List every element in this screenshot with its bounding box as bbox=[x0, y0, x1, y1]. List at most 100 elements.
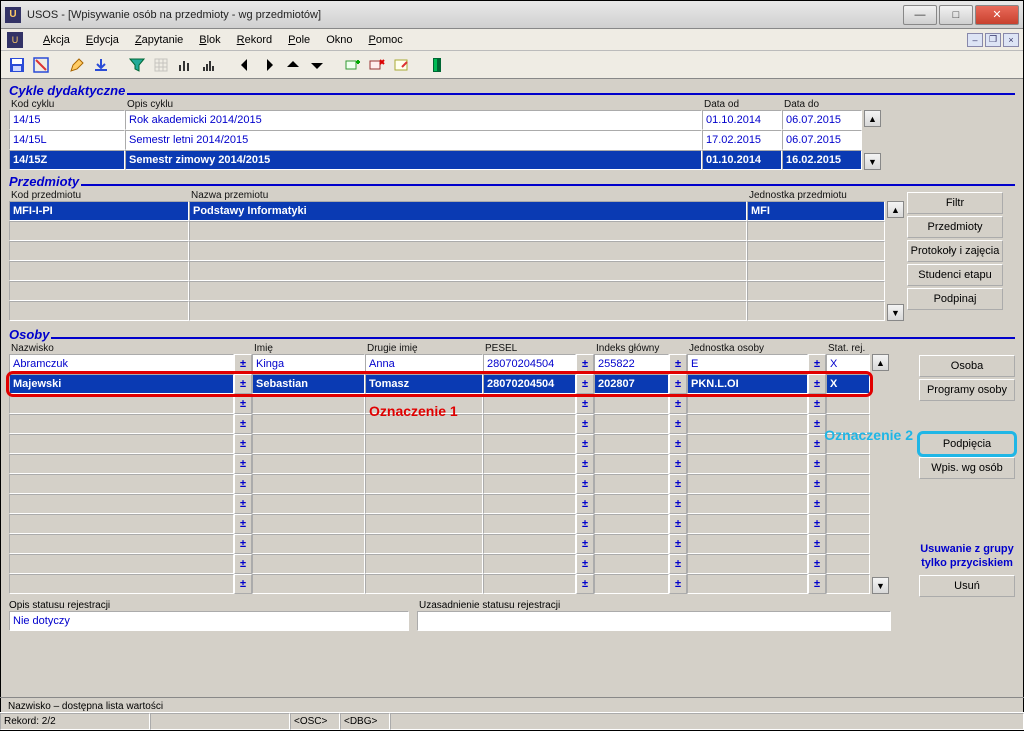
osoba-nazwisko[interactable] bbox=[9, 394, 234, 414]
osoba-stat-rej[interactable] bbox=[826, 414, 870, 434]
exit-icon[interactable] bbox=[427, 55, 447, 75]
dropdown-icon[interactable]: ± bbox=[808, 354, 826, 374]
osoba-indeks[interactable] bbox=[594, 514, 669, 534]
dropdown-icon[interactable]: ± bbox=[234, 574, 252, 594]
osoba-imie[interactable] bbox=[252, 534, 365, 554]
osoba-indeks[interactable] bbox=[594, 574, 669, 594]
dropdown-icon[interactable]: ± bbox=[234, 554, 252, 574]
przedmiot-nazwa[interactable] bbox=[189, 301, 747, 321]
cykle-row[interactable]: 14/15ZSemestr zimowy 2014/201501.10.2014… bbox=[9, 150, 862, 170]
studenci-button[interactable]: Studenci etapu bbox=[907, 264, 1003, 286]
cykl-kod[interactable]: 14/15 bbox=[9, 110, 125, 130]
grid-icon[interactable] bbox=[151, 55, 171, 75]
dropdown-icon[interactable]: ± bbox=[234, 414, 252, 434]
osoba-stat-rej[interactable]: X bbox=[826, 374, 870, 394]
osoba-row[interactable]: ±±±± bbox=[9, 394, 870, 414]
dropdown-icon[interactable]: ± bbox=[234, 494, 252, 514]
dropdown-icon[interactable]: ± bbox=[669, 534, 687, 554]
opis-statusu-value[interactable]: Nie dotyczy bbox=[9, 611, 409, 631]
osoba-imie[interactable]: Kinga bbox=[252, 354, 365, 374]
dropdown-icon[interactable]: ± bbox=[808, 514, 826, 534]
osoba-nazwisko[interactable] bbox=[9, 474, 234, 494]
cykle-scrollbar[interactable]: ▲ ▼ bbox=[864, 110, 882, 170]
dropdown-icon[interactable]: ± bbox=[669, 574, 687, 594]
cykle-row[interactable]: 14/15Rok akademicki 2014/201501.10.20140… bbox=[9, 110, 862, 130]
przedmiot-nazwa[interactable] bbox=[189, 281, 747, 301]
przedmiot-kod[interactable]: MFI-I-PI bbox=[9, 201, 189, 221]
dropdown-icon[interactable]: ± bbox=[576, 554, 594, 574]
osoba-pesel[interactable] bbox=[483, 394, 576, 414]
dropdown-icon[interactable]: ± bbox=[576, 374, 594, 394]
osoba-jednostka[interactable] bbox=[687, 514, 808, 534]
dropdown-icon[interactable]: ± bbox=[576, 514, 594, 534]
przedmiot-nazwa[interactable]: Podstawy Informatyki bbox=[189, 201, 747, 221]
wpis-wg-osob-button[interactable]: Wpis. wg osób bbox=[919, 457, 1015, 479]
osoba-drugie-imie[interactable] bbox=[365, 514, 483, 534]
dropdown-icon[interactable]: ± bbox=[669, 514, 687, 534]
scroll-up-icon[interactable]: ▲ bbox=[887, 201, 904, 218]
przedmiot-kod[interactable] bbox=[9, 301, 189, 321]
bars2-icon[interactable] bbox=[199, 55, 219, 75]
menu-rekord[interactable]: Rekord bbox=[237, 34, 272, 46]
dropdown-icon[interactable]: ± bbox=[576, 574, 594, 594]
refresh-icon[interactable] bbox=[31, 55, 51, 75]
down-icon[interactable] bbox=[307, 55, 327, 75]
mdi-restore[interactable]: ❐ bbox=[985, 33, 1001, 47]
osoba-imie[interactable] bbox=[252, 514, 365, 534]
osoba-indeks[interactable] bbox=[594, 434, 669, 454]
osoba-row[interactable]: ±±±± bbox=[9, 474, 870, 494]
przedmioty-scrollbar[interactable]: ▲ ▼ bbox=[887, 201, 905, 321]
osoba-pesel[interactable] bbox=[483, 474, 576, 494]
osoba-stat-rej[interactable] bbox=[826, 514, 870, 534]
osoba-indeks[interactable]: 255822 bbox=[594, 354, 669, 374]
dropdown-icon[interactable]: ± bbox=[234, 374, 252, 394]
dropdown-icon[interactable]: ± bbox=[808, 534, 826, 554]
osoba-jednostka[interactable] bbox=[687, 414, 808, 434]
podpiecia-button[interactable]: Podpięcia bbox=[919, 433, 1015, 455]
edit-icon[interactable] bbox=[67, 55, 87, 75]
osoba-row[interactable]: ±±±± bbox=[9, 494, 870, 514]
cykl-data-od[interactable]: 01.10.2014 bbox=[702, 110, 782, 130]
mdi-close[interactable]: × bbox=[1003, 33, 1019, 47]
dropdown-icon[interactable]: ± bbox=[808, 374, 826, 394]
przedmioty-button[interactable]: Przedmioty bbox=[907, 216, 1003, 238]
minimize-button[interactable]: — bbox=[903, 5, 937, 25]
dropdown-icon[interactable]: ± bbox=[576, 534, 594, 554]
dropdown-icon[interactable]: ± bbox=[234, 474, 252, 494]
osoba-stat-rej[interactable]: X bbox=[826, 354, 870, 374]
osoba-indeks[interactable]: 202807 bbox=[594, 374, 669, 394]
osoba-jednostka[interactable] bbox=[687, 474, 808, 494]
osoba-drugie-imie[interactable] bbox=[365, 434, 483, 454]
osoba-drugie-imie[interactable] bbox=[365, 414, 483, 434]
osoba-jednostka[interactable] bbox=[687, 434, 808, 454]
osoba-imie[interactable] bbox=[252, 494, 365, 514]
filter-icon[interactable] bbox=[127, 55, 147, 75]
osoba-drugie-imie[interactable]: Anna bbox=[365, 354, 483, 374]
przedmiot-nazwa[interactable] bbox=[189, 221, 747, 241]
cykl-kod[interactable]: 14/15Z bbox=[9, 150, 125, 170]
download-icon[interactable] bbox=[91, 55, 111, 75]
dropdown-icon[interactable]: ± bbox=[576, 414, 594, 434]
osoba-jednostka[interactable] bbox=[687, 574, 808, 594]
osoba-nazwisko[interactable] bbox=[9, 454, 234, 474]
osoba-stat-rej[interactable] bbox=[826, 494, 870, 514]
cykl-data-do[interactable]: 06.07.2015 bbox=[782, 130, 862, 150]
osoba-row[interactable]: ±±±± bbox=[9, 414, 870, 434]
osoba-imie[interactable] bbox=[252, 394, 365, 414]
przedmiot-kod[interactable] bbox=[9, 261, 189, 281]
osoba-drugie-imie[interactable] bbox=[365, 474, 483, 494]
cykl-data-od[interactable]: 17.02.2015 bbox=[702, 130, 782, 150]
clear-icon[interactable] bbox=[391, 55, 411, 75]
osoba-row[interactable]: ±±±± bbox=[9, 574, 870, 594]
dropdown-icon[interactable]: ± bbox=[576, 454, 594, 474]
osoba-indeks[interactable] bbox=[594, 414, 669, 434]
przedmiot-row[interactable] bbox=[9, 261, 885, 281]
cykl-opis[interactable]: Semestr letni 2014/2015 bbox=[125, 130, 702, 150]
menu-zapytanie[interactable]: Zapytanie bbox=[135, 34, 183, 46]
osoba-nazwisko[interactable]: Abramczuk bbox=[9, 354, 234, 374]
osoba-imie[interactable] bbox=[252, 474, 365, 494]
dropdown-icon[interactable]: ± bbox=[808, 414, 826, 434]
osoba-indeks[interactable] bbox=[594, 454, 669, 474]
delete-icon[interactable] bbox=[367, 55, 387, 75]
dropdown-icon[interactable]: ± bbox=[669, 554, 687, 574]
